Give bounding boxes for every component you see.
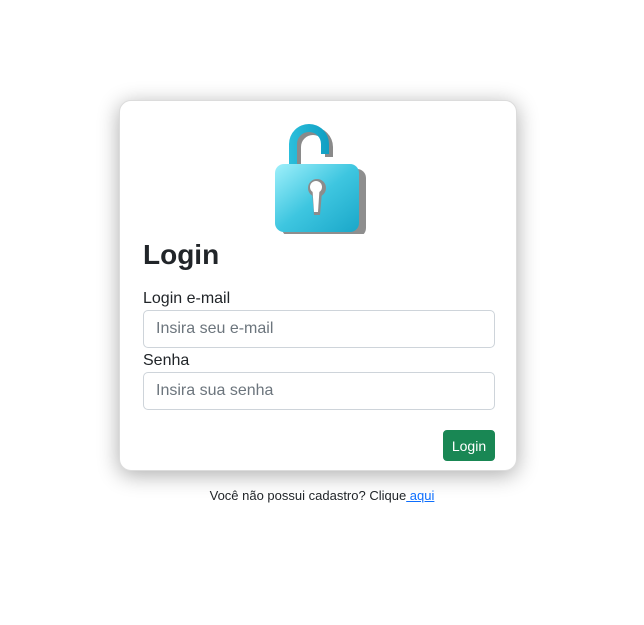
password-label: Senha [143, 352, 190, 369]
signup-prompt-text: Você não possui cadastro? Clique [209, 488, 407, 503]
password-field[interactable] [143, 372, 495, 410]
login-button[interactable]: Login [443, 430, 495, 461]
login-page: Login Login e-mail Senha Login Você não … [0, 0, 644, 625]
email-field[interactable] [143, 310, 495, 348]
signup-link[interactable]: aqui [406, 488, 435, 503]
page-title: Login [143, 239, 220, 270]
email-label: Login e-mail [143, 290, 231, 307]
open-padlock-icon [275, 124, 366, 234]
login-card: Login Login e-mail Senha Login [119, 100, 517, 471]
signup-prompt: Você não possui cadastro? Clique aqui [0, 488, 644, 503]
